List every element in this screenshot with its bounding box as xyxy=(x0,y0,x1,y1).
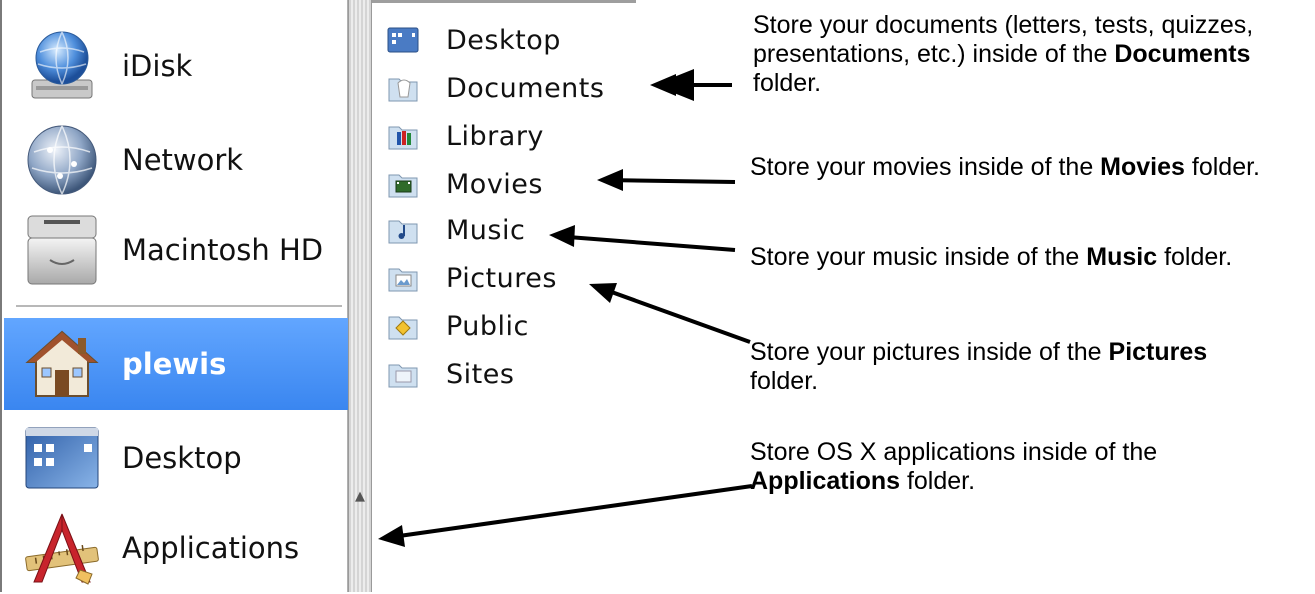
music-arrowhead xyxy=(549,225,575,247)
pictures-arrowhead xyxy=(589,283,617,303)
annotation-text: folder. xyxy=(750,367,819,395)
applications-annotation: Store OS X applications inside of the Ap… xyxy=(750,438,1280,496)
annotation-text: Store your movies inside of the xyxy=(750,153,1101,181)
annotation-bold-text: Pictures xyxy=(1108,338,1208,366)
annotation-text: Store OS X applications inside of the xyxy=(750,438,1158,466)
annotation-text: Store your pictures inside of the xyxy=(750,338,1109,366)
annotation-text: Store your music inside of the xyxy=(750,243,1087,271)
annotation-text: folder. xyxy=(1184,153,1260,181)
documents-arrowhead xyxy=(650,74,676,96)
pictures-arrow xyxy=(594,284,751,344)
movies-arrowhead xyxy=(597,169,623,191)
annotation-bold-text: Movies xyxy=(1100,153,1185,181)
music-arrow xyxy=(554,234,736,252)
annotation-bold-text: Documents xyxy=(1114,40,1251,68)
movies-arrow xyxy=(604,178,736,184)
applications-arrow xyxy=(384,484,753,540)
documents-annotation: Store your documents (letters, tests, qu… xyxy=(753,11,1313,98)
annotation-text: folder. xyxy=(1157,243,1233,271)
annotation-bold-text: Applications xyxy=(750,467,901,495)
music-annotation: Store your music inside of the Music fol… xyxy=(750,243,1270,272)
applications-arrowhead xyxy=(378,525,405,547)
movies-annotation: Store your movies inside of the Movies f… xyxy=(750,153,1310,182)
pictures-annotation: Store your pictures inside of the Pictur… xyxy=(750,338,1220,396)
annotation-text: folder. xyxy=(900,467,976,495)
annotation-bold-text: Music xyxy=(1086,243,1158,271)
annotation-text: folder. xyxy=(753,69,822,97)
